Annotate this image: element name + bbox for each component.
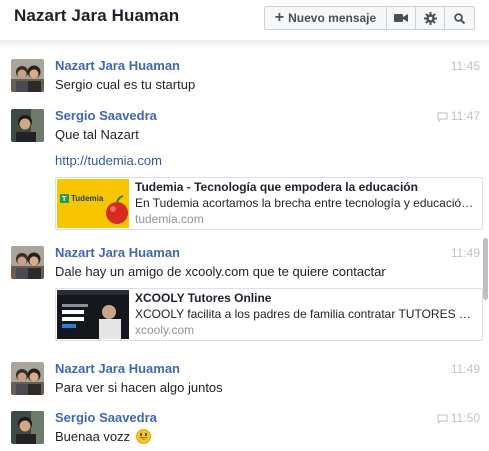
message-text: Dale hay un amigo de xcooly.com que te q… <box>55 264 386 279</box>
message-time: 11:50 <box>450 411 480 425</box>
message-time: 11:49 <box>450 362 480 376</box>
link-preview-description: XCOOLY facilita a los padres de familia … <box>135 307 475 321</box>
link-preview-domain: xcooly.com <box>135 323 195 337</box>
message-time-wrapper: 11:47 <box>437 109 480 123</box>
avatar[interactable] <box>11 362 44 395</box>
video-icon <box>394 14 408 22</box>
search-icon <box>454 12 465 24</box>
new-message-label: Nuevo mensaje <box>288 11 377 25</box>
tudemia-thumb-label: Tudemia <box>71 194 104 203</box>
header-toolbar: + Nuevo mensaje <box>264 6 475 30</box>
link-preview-card[interactable]: XCOOLY Tutores Online XCOOLY facilita a … <box>55 288 483 341</box>
message-text-wrapper: Buenaa vozz <box>55 429 151 447</box>
message-bubble-icon <box>437 414 448 424</box>
message-time: 11:45 <box>450 59 480 73</box>
message-text: Sergio cual es tu startup <box>55 77 196 92</box>
link-preview-thumbnail: T Tudemia <box>57 179 129 228</box>
new-message-button[interactable]: + Nuevo mensaje <box>265 7 387 29</box>
link-preview-description: En Tudemia acortamos la brecha entre tec… <box>135 196 474 210</box>
sender-name[interactable]: Nazart Jara Huaman <box>55 361 180 376</box>
link-preview-title: XCOOLY Tutores Online <box>135 291 272 305</box>
message-time: 11:47 <box>450 109 480 123</box>
link-preview-card[interactable]: T Tudemia Tudemia - Tecnología que empod… <box>55 177 483 230</box>
message-thread[interactable]: Nazart Jara Huaman 11:45 Sergio cual es … <box>0 48 483 451</box>
video-call-button[interactable] <box>387 7 416 29</box>
avatar[interactable] <box>11 246 44 279</box>
message-text: Buenaa vozz <box>55 429 131 444</box>
message-link[interactable]: http://tudemia.com <box>55 153 162 168</box>
message-time-wrapper: 11:50 <box>437 411 480 425</box>
conversation-title: Nazart Jara Huaman <box>14 6 180 25</box>
conversation-header: Nazart Jara Huaman + Nuevo mensaje <box>0 0 489 40</box>
sender-name[interactable]: Sergio Saavedra <box>55 410 157 425</box>
search-button[interactable] <box>445 7 474 29</box>
smiley-emoji <box>135 429 151 447</box>
link-preview-thumbnail <box>57 290 129 339</box>
plus-icon: + <box>274 9 285 26</box>
gear-icon <box>423 11 437 25</box>
message-time: 11:49 <box>450 246 480 260</box>
sender-name[interactable]: Sergio Saavedra <box>55 108 157 123</box>
link-preview-title: Tudemia - Tecnología que empodera la edu… <box>135 180 418 194</box>
sender-name[interactable]: Nazart Jara Huaman <box>55 58 180 73</box>
link-preview-domain: tudemia.com <box>135 212 204 226</box>
avatar[interactable] <box>11 411 44 444</box>
message-text: Que tal Nazart <box>55 127 139 142</box>
message-bubble-icon <box>437 112 448 122</box>
settings-button[interactable] <box>416 7 445 29</box>
message-text: Para ver si hacen algo juntos <box>55 380 223 395</box>
avatar[interactable] <box>11 59 44 92</box>
sender-name[interactable]: Nazart Jara Huaman <box>55 245 180 260</box>
avatar[interactable] <box>11 109 44 142</box>
header-divider <box>0 40 489 48</box>
scrollbar-thumb[interactable] <box>483 238 488 300</box>
svg-text:T: T <box>62 196 67 203</box>
